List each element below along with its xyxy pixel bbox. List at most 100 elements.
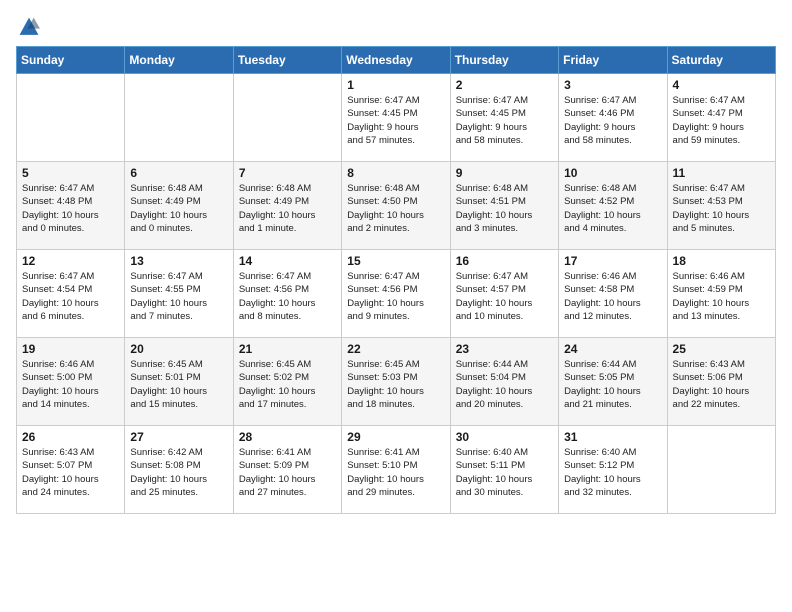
sunrise-text: Sunrise: 6:47 AM [673, 95, 745, 106]
day-number: 19 [22, 342, 119, 356]
sunset-text: Sunset: 4:50 PM [347, 196, 417, 207]
sunset-text: Sunset: 4:52 PM [564, 196, 634, 207]
sunrise-text: Sunrise: 6:48 AM [564, 183, 636, 194]
sunset-text: Sunset: 4:53 PM [673, 196, 743, 207]
day-number: 10 [564, 166, 661, 180]
calendar-week-row: 12Sunrise: 6:47 AMSunset: 4:54 PMDayligh… [17, 250, 776, 338]
col-sunday: Sunday [17, 47, 125, 74]
sunrise-text: Sunrise: 6:47 AM [239, 271, 311, 282]
sunrise-text: Sunrise: 6:47 AM [347, 271, 419, 282]
daylight-text: and 7 minutes. [130, 311, 192, 322]
daylight-text: and 58 minutes. [564, 135, 632, 146]
daylight-text: and 9 minutes. [347, 311, 409, 322]
calendar-cell: 17Sunrise: 6:46 AMSunset: 4:58 PMDayligh… [559, 250, 667, 338]
daylight-text: and 1 minute. [239, 223, 297, 234]
calendar-cell [17, 74, 125, 162]
daylight-text: Daylight: 10 hours [130, 210, 207, 221]
calendar-cell: 28Sunrise: 6:41 AMSunset: 5:09 PMDayligh… [233, 426, 341, 514]
daylight-text: Daylight: 10 hours [130, 298, 207, 309]
calendar-week-row: 5Sunrise: 6:47 AMSunset: 4:48 PMDaylight… [17, 162, 776, 250]
day-info: Sunrise: 6:47 AMSunset: 4:57 PMDaylight:… [456, 270, 553, 323]
daylight-text: Daylight: 10 hours [22, 474, 99, 485]
daylight-text: and 21 minutes. [564, 399, 632, 410]
calendar-cell: 29Sunrise: 6:41 AMSunset: 5:10 PMDayligh… [342, 426, 450, 514]
daylight-text: Daylight: 10 hours [239, 386, 316, 397]
sunrise-text: Sunrise: 6:40 AM [456, 447, 528, 458]
daylight-text: and 17 minutes. [239, 399, 307, 410]
sunset-text: Sunset: 4:56 PM [347, 284, 417, 295]
sunrise-text: Sunrise: 6:43 AM [673, 359, 745, 370]
day-number: 20 [130, 342, 227, 356]
day-info: Sunrise: 6:40 AMSunset: 5:11 PMDaylight:… [456, 446, 553, 499]
day-info: Sunrise: 6:48 AMSunset: 4:50 PMDaylight:… [347, 182, 444, 235]
calendar-cell: 20Sunrise: 6:45 AMSunset: 5:01 PMDayligh… [125, 338, 233, 426]
daylight-text: Daylight: 10 hours [673, 386, 750, 397]
sunrise-text: Sunrise: 6:41 AM [239, 447, 311, 458]
calendar-cell: 21Sunrise: 6:45 AMSunset: 5:02 PMDayligh… [233, 338, 341, 426]
day-number: 28 [239, 430, 336, 444]
daylight-text: and 18 minutes. [347, 399, 415, 410]
daylight-text: Daylight: 10 hours [130, 386, 207, 397]
daylight-text: Daylight: 9 hours [673, 122, 744, 133]
calendar-cell: 16 Sunrise: 6:47 AMSunset: 4:57 PMDayligh… [450, 250, 558, 338]
sunrise-text: Sunrise: 6:48 AM [239, 183, 311, 194]
sunset-text: Sunset: 5:10 PM [347, 460, 417, 471]
day-info: Sunrise: 6:42 AMSunset: 5:08 PMDaylight:… [130, 446, 227, 499]
day-info: Sunrise: 6:48 AMSunset: 4:51 PMDaylight:… [456, 182, 553, 235]
calendar-cell: 26Sunrise: 6:43 AMSunset: 5:07 PMDayligh… [17, 426, 125, 514]
day-number: 7 [239, 166, 336, 180]
daylight-text: and 32 minutes. [564, 487, 632, 498]
daylight-text: Daylight: 10 hours [130, 474, 207, 485]
daylight-text: and 14 minutes. [22, 399, 90, 410]
sunset-text: Sunset: 4:49 PM [130, 196, 200, 207]
daylight-text: Daylight: 10 hours [22, 298, 99, 309]
day-number: 24 [564, 342, 661, 356]
sunrise-text: Sunrise: 6:47 AM [673, 183, 745, 194]
daylight-text: and 30 minutes. [456, 487, 524, 498]
sunset-text: Sunset: 4:59 PM [673, 284, 743, 295]
daylight-text: Daylight: 10 hours [22, 386, 99, 397]
day-number: 23 [456, 342, 553, 356]
calendar-cell: 5Sunrise: 6:47 AMSunset: 4:48 PMDaylight… [17, 162, 125, 250]
daylight-text: Daylight: 9 hours [456, 122, 527, 133]
daylight-text: and 0 minutes. [130, 223, 192, 234]
daylight-text: and 2 minutes. [347, 223, 409, 234]
daylight-text: and 4 minutes. [564, 223, 626, 234]
sunset-text: Sunset: 4:54 PM [22, 284, 92, 295]
daylight-text: and 13 minutes. [673, 311, 741, 322]
sunrise-text: Sunrise: 6:48 AM [456, 183, 528, 194]
sunrise-text: Sunrise: 6:47 AM [22, 271, 94, 282]
sunset-text: Sunset: 4:49 PM [239, 196, 309, 207]
daylight-text: Daylight: 10 hours [347, 386, 424, 397]
daylight-text: Daylight: 10 hours [347, 474, 424, 485]
day-number: 29 [347, 430, 444, 444]
day-number: 1 [347, 78, 444, 92]
day-number: 27 [130, 430, 227, 444]
day-number: 11 [673, 166, 770, 180]
sunrise-text: Sunrise: 6:47 AM [347, 95, 419, 106]
daylight-text: and 15 minutes. [130, 399, 198, 410]
daylight-text: and 20 minutes. [456, 399, 524, 410]
day-number: 14 [239, 254, 336, 268]
calendar-cell: 11Sunrise: 6:47 AMSunset: 4:53 PMDayligh… [667, 162, 775, 250]
sunset-text: Sunset: 4:48 PM [22, 196, 92, 207]
sunrise-text: Sunrise: 6:45 AM [347, 359, 419, 370]
day-number: 26 [22, 430, 119, 444]
calendar-cell: 8Sunrise: 6:48 AMSunset: 4:50 PMDaylight… [342, 162, 450, 250]
day-info: Sunrise: 6:47 AM Sunset: 4:54 PM Daylight:… [22, 270, 119, 323]
daylight-text: and 57 minutes. [347, 135, 415, 146]
sunrise-text: Sunrise: 6:44 AM [456, 359, 528, 370]
col-tuesday: Tuesday [233, 47, 341, 74]
calendar-cell: 30Sunrise: 6:40 AMSunset: 5:11 PMDayligh… [450, 426, 558, 514]
day-number: 6 [130, 166, 227, 180]
day-number: 16 [456, 254, 553, 268]
calendar-cell: 24Sunrise: 6:44 AMSunset: 5:05 PMDayligh… [559, 338, 667, 426]
calendar-cell: 23Sunrise: 6:44 AMSunset: 5:04 PMDayligh… [450, 338, 558, 426]
daylight-text: Daylight: 9 hours [564, 122, 635, 133]
daylight-text: and 59 minutes. [673, 135, 741, 146]
sunset-text: Sunset: 5:12 PM [564, 460, 634, 471]
sunset-text: Sunset: 4:57 PM [456, 284, 526, 295]
sunset-text: Sunset: 4:47 PM [673, 108, 743, 119]
daylight-text: Daylight: 10 hours [239, 210, 316, 221]
calendar-cell [125, 74, 233, 162]
